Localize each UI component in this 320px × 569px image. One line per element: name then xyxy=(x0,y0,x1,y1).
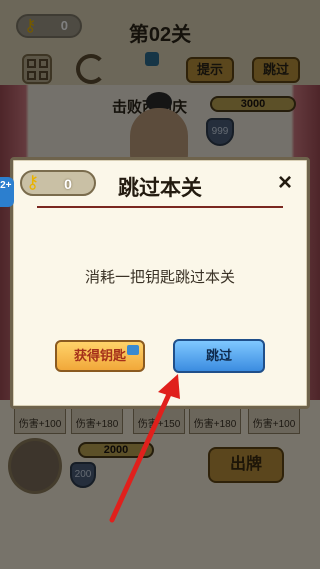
level-title: 第02关 xyxy=(128,24,192,46)
enemy-hp-bar: 3000 xyxy=(210,96,296,112)
key-counter: ⚷ 0 xyxy=(16,14,82,38)
get-key-label: 获得钥匙 xyxy=(73,348,126,363)
card[interactable]: 伤害+180 xyxy=(189,406,241,434)
card[interactable]: 伤害+150 xyxy=(133,406,185,434)
card[interactable]: 伤害+100 xyxy=(14,406,66,434)
level-menu-icon[interactable] xyxy=(22,54,52,84)
skip-level-button[interactable]: 跳过 xyxy=(252,57,300,83)
title-divider xyxy=(37,206,283,208)
enemy-defense-shield-icon: 999 xyxy=(206,118,234,146)
get-key-button[interactable]: 获得钥匙 xyxy=(55,340,145,372)
hint-button[interactable]: 提示 xyxy=(186,57,234,83)
confirm-skip-button[interactable]: 跳过 xyxy=(173,339,265,373)
key-icon: ⚷ xyxy=(24,16,37,35)
lock-icon xyxy=(145,52,159,66)
close-icon[interactable]: × xyxy=(271,169,299,197)
player-avatar xyxy=(8,438,62,494)
restart-icon[interactable] xyxy=(76,54,106,84)
video-ad-icon xyxy=(127,345,139,355)
player-defense-shield-icon: 200 xyxy=(70,462,96,488)
card-row: 伤害+100 伤害+180 伤害+150 伤害+180 伤害+100 xyxy=(0,406,320,436)
play-card-button[interactable]: 出牌 xyxy=(208,447,284,483)
dialog-message: 消耗一把钥匙跳过本关 xyxy=(84,269,235,286)
key-counter-value: 0 xyxy=(60,18,68,33)
card[interactable]: 伤害+100 xyxy=(248,406,300,434)
player-hp-bar: 2000 xyxy=(78,442,154,458)
card[interactable]: 伤害+180 xyxy=(71,406,123,434)
